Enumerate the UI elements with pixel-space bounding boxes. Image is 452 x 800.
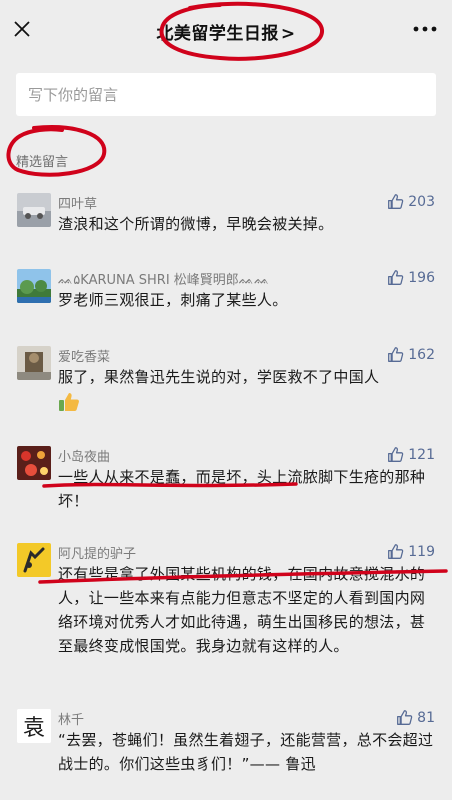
like-count: 121 [408, 446, 435, 463]
comment-item: 阿凡提的驴子 119 还有些是拿了外国某些机构的钱，在国内故意搅混水的人，让一些… [0, 540, 452, 690]
like-count: 162 [408, 346, 435, 363]
comment-input-box[interactable] [16, 73, 436, 116]
avatar[interactable] [17, 543, 51, 577]
avatar-glyph: 袁 [23, 716, 45, 741]
comment-item: ᨐ۵KARUNA SHRI 松峰賢明郎ᨐᨐ 196 罗老师三观很正，刺痛了某些人… [0, 266, 452, 326]
commenter-name[interactable]: 阿凡提的驴子 [58, 543, 136, 562]
comment-text: 罗老师三观很正，刺痛了某些人。 [58, 291, 288, 309]
comment-item: 小岛夜曲 121 一些人从来不是蠢，而是坏，头上流脓脚下生疮的那种坏！ [0, 443, 452, 513]
comment-item: 袁 林千 81 “去罢，苍蝇们！虽然生着翅子，还能营营，总不会超过战士的。你们这… [0, 706, 452, 800]
comment-text-wrap: 服了，果然鲁迅先生说的对，学医救不了中国人 [58, 365, 438, 413]
commenter-name[interactable]: ᨐ۵KARUNA SHRI 松峰賢明郎ᨐᨐ [58, 269, 269, 288]
like-count: 203 [408, 193, 435, 210]
top-bar: 北美留学生日报 > [0, 0, 452, 62]
like-button[interactable]: 196 [387, 269, 435, 286]
comment-item: 爱吃香菜 162 服了，果然鲁迅先生说的对，学医救不了中国人 [0, 343, 452, 423]
commenter-name[interactable]: 林千 [58, 709, 84, 728]
avatar[interactable]: 袁 [17, 709, 51, 743]
comment-text: 还有些是拿了外国某些机构的钱，在国内故意搅混水的人，让一些本来有点能力但意志不坚… [58, 565, 426, 655]
featured-comments-label: 精选留言 [16, 155, 69, 170]
page-title[interactable]: 北美留学生日报 > [0, 19, 452, 44]
like-count: 119 [408, 543, 435, 560]
thumbs-up-icon [397, 710, 413, 725]
comment-text: 服了，果然鲁迅先生说的对，学医救不了中国人 [58, 368, 380, 386]
comment-input[interactable] [16, 73, 436, 116]
like-button[interactable]: 81 [396, 709, 435, 726]
avatar[interactable] [17, 193, 51, 227]
thumbs-up-icon [388, 447, 404, 462]
like-count: 196 [408, 269, 435, 286]
more-icon[interactable] [412, 22, 438, 36]
thumbs-up-icon [388, 270, 404, 285]
thumbs-up-icon [388, 194, 404, 209]
comment-text: “去罢，苍蝇们！虽然生着翅子，还能营营，总不会超过战士的。你们这些虫豸们！”——… [58, 731, 434, 773]
like-button[interactable]: 162 [387, 346, 435, 363]
avatar[interactable] [17, 269, 51, 303]
page-title-text: 北美留学生日报 [156, 24, 279, 44]
thumbs-up-icon [388, 544, 404, 559]
comment-item: 四叶草 203 渣浪和这个所谓的微博，早晚会被关掉。 [0, 190, 452, 250]
comment-text: 一些人从来不是蠢，而是坏，头上流脓脚下生疮的那种坏！ [58, 468, 426, 510]
avatar[interactable] [17, 346, 51, 380]
commenter-name[interactable]: 小岛夜曲 [58, 446, 110, 465]
thumbs-up-icon [388, 347, 404, 362]
thumbs-up-emoji-icon [59, 392, 79, 411]
chevron-right-icon: > [280, 24, 296, 44]
like-count: 81 [417, 709, 435, 726]
like-button[interactable]: 119 [387, 543, 435, 560]
like-button[interactable]: 203 [387, 193, 435, 210]
like-button[interactable]: 121 [387, 446, 435, 463]
avatar[interactable] [17, 446, 51, 480]
commenter-name[interactable]: 四叶草 [58, 193, 97, 212]
comment-text: 渣浪和这个所谓的微博，早晚会被关掉。 [58, 215, 334, 233]
commenter-name[interactable]: 爱吃香菜 [58, 346, 110, 365]
